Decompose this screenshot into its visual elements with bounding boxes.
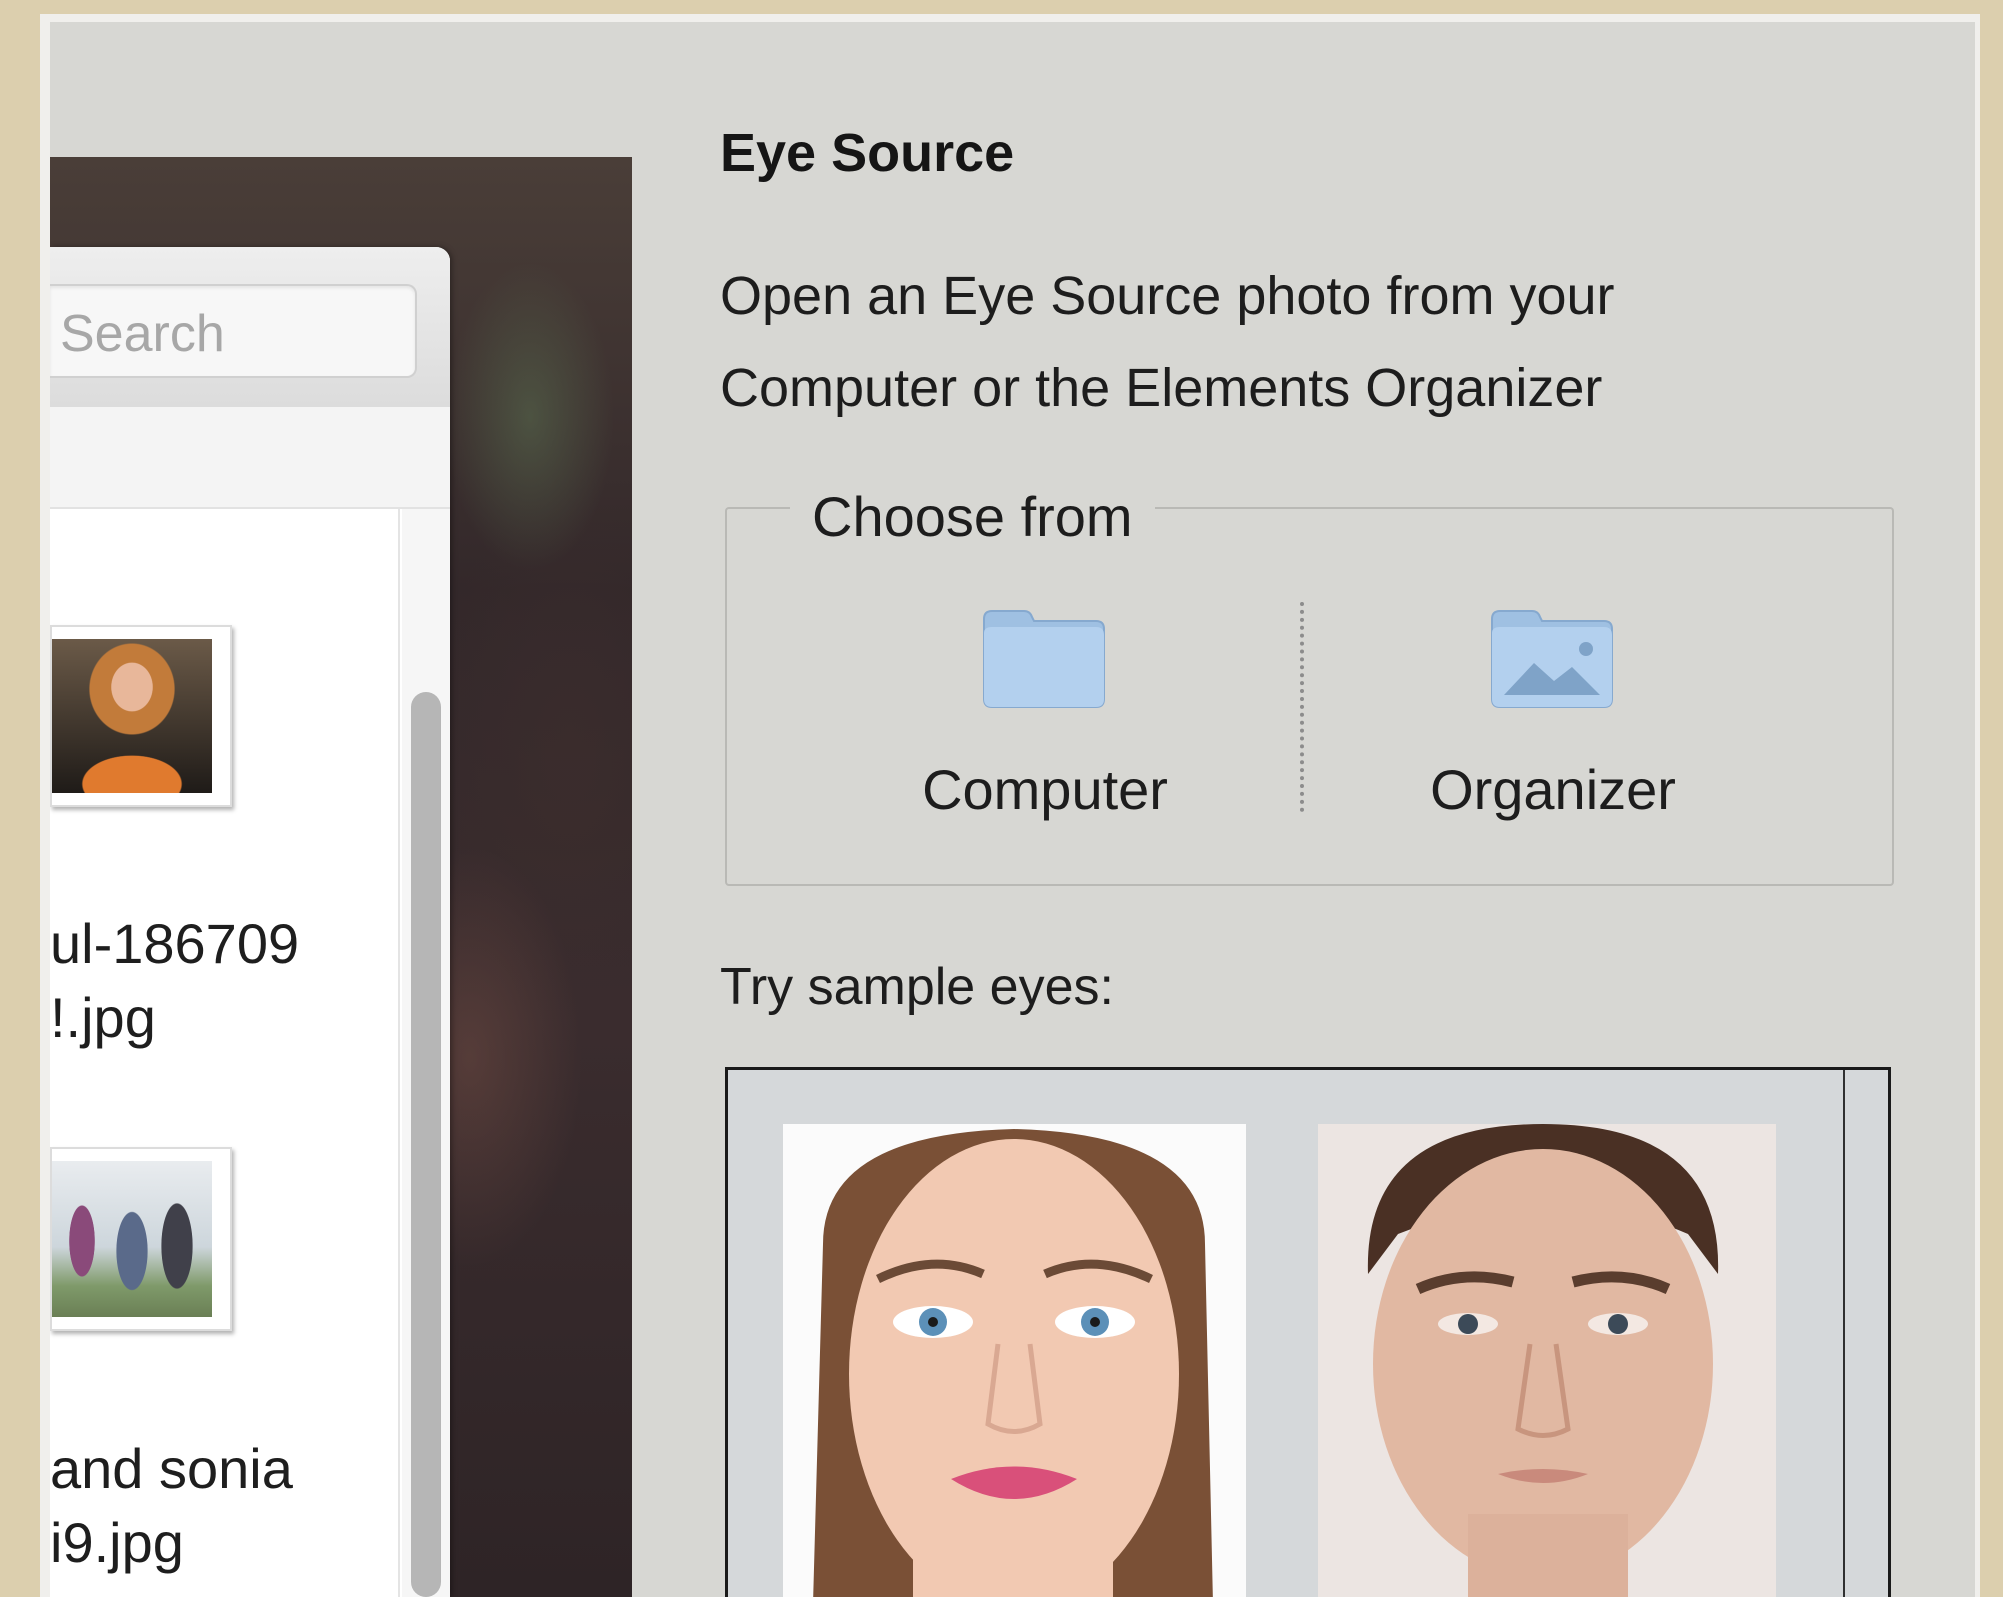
panel-description: Open an Eye Source photo from your Compu… <box>720 266 1615 418</box>
file-thumbnail[interactable] <box>50 1147 232 1331</box>
browser-header <box>50 407 450 509</box>
search-input[interactable]: Search <box>50 284 417 378</box>
female-face-illustration <box>813 1129 1213 1597</box>
browser-toolbar: Search <box>50 247 450 408</box>
file-name[interactable]: ul-186709 !.jpg <box>50 907 299 1055</box>
organizer-label: Organizer <box>1430 758 1676 821</box>
eye-source-panel: Search ul-186709 !.jpg and sonia i9.jpg … <box>50 22 1975 1597</box>
file-name-line: i9.jpg <box>50 1511 184 1574</box>
photo-thumbnail-woman <box>52 639 212 793</box>
computer-label: Computer <box>922 758 1168 821</box>
file-name[interactable]: and sonia i9.jpg <box>50 1432 293 1580</box>
sample-eyes-list <box>725 1067 1891 1597</box>
folder-icon <box>983 610 1105 708</box>
sample-face-male[interactable] <box>1318 1124 1776 1597</box>
search-placeholder: Search <box>60 305 225 363</box>
file-name-line: ul-186709 <box>50 912 300 975</box>
scrollbar-thumb[interactable] <box>411 692 441 1597</box>
panel-title: Eye Source <box>720 123 1015 183</box>
photo-thumbnail-group <box>52 1161 212 1317</box>
file-name-line: and sonia <box>50 1437 293 1500</box>
choose-from-label: Choose from <box>790 484 1155 549</box>
sample-eyes-label: Try sample eyes: <box>720 958 1114 1016</box>
computer-button[interactable]: Computer <box>880 597 1210 847</box>
photo-folder-icon <box>1491 610 1613 708</box>
organizer-button[interactable]: Organizer <box>1388 597 1718 847</box>
sample-face-female[interactable] <box>783 1124 1246 1597</box>
file-thumbnail[interactable] <box>50 625 232 807</box>
choice-separator <box>1300 602 1304 812</box>
column-divider <box>398 509 400 1597</box>
samples-scrollbar[interactable] <box>1843 1070 1845 1597</box>
male-face-illustration <box>1367 1124 1719 1597</box>
file-name-line: !.jpg <box>50 986 156 1049</box>
